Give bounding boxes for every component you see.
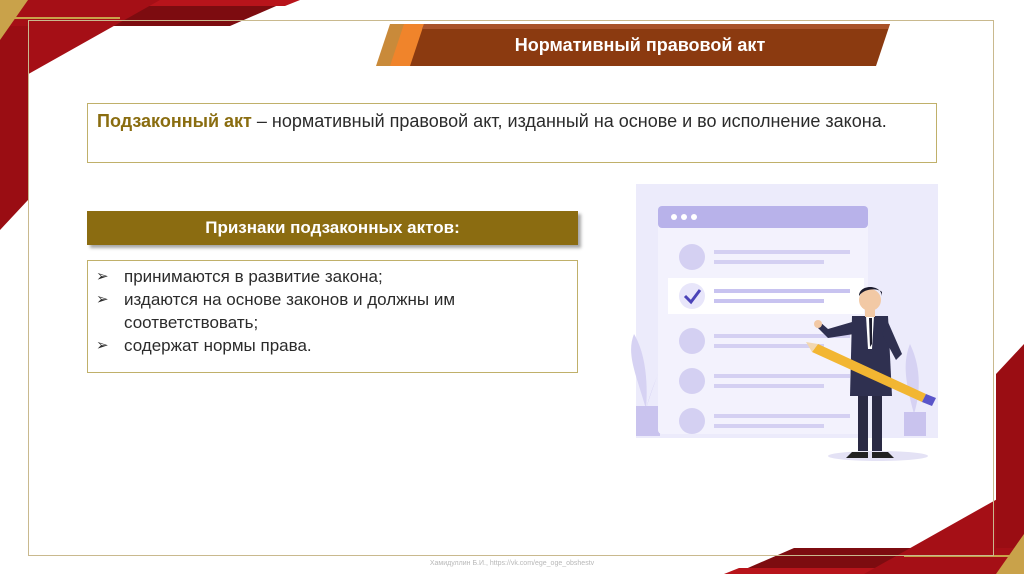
definition-text: – нормативный правовой акт, изданный на … xyxy=(251,111,887,131)
arrow-bullet-icon: ➢ xyxy=(96,268,109,285)
footer-credit: Хамидуллин Б.И., https://vk.com/ege_oge_… xyxy=(429,560,595,567)
arrow-bullet-icon: ➢ xyxy=(96,291,109,308)
checklist-illustration xyxy=(631,184,938,461)
definition-term: Подзаконный акт xyxy=(97,111,252,131)
list-item: ➢ издаются на основе законов и должны им… xyxy=(96,288,569,334)
signs-list: ➢ принимаются в развитие закона; ➢ издаю… xyxy=(87,260,578,373)
list-item-text: издаются на основе законов и должны им с… xyxy=(124,290,456,332)
definition-box: Подзаконный акт – нормативный правовой а… xyxy=(87,103,937,163)
page-title: Нормативный правовой акт xyxy=(514,35,766,55)
signs-header: Признаки подзаконных актов: xyxy=(87,211,578,245)
list-item-text: принимаются в развитие закона; xyxy=(124,267,383,286)
arrow-bullet-icon: ➢ xyxy=(96,337,109,354)
list-item: ➢ принимаются в развитие закона; xyxy=(96,265,569,288)
list-item: ➢ содержат нормы права. xyxy=(96,334,569,357)
list-item-text: содержат нормы права. xyxy=(124,336,312,355)
